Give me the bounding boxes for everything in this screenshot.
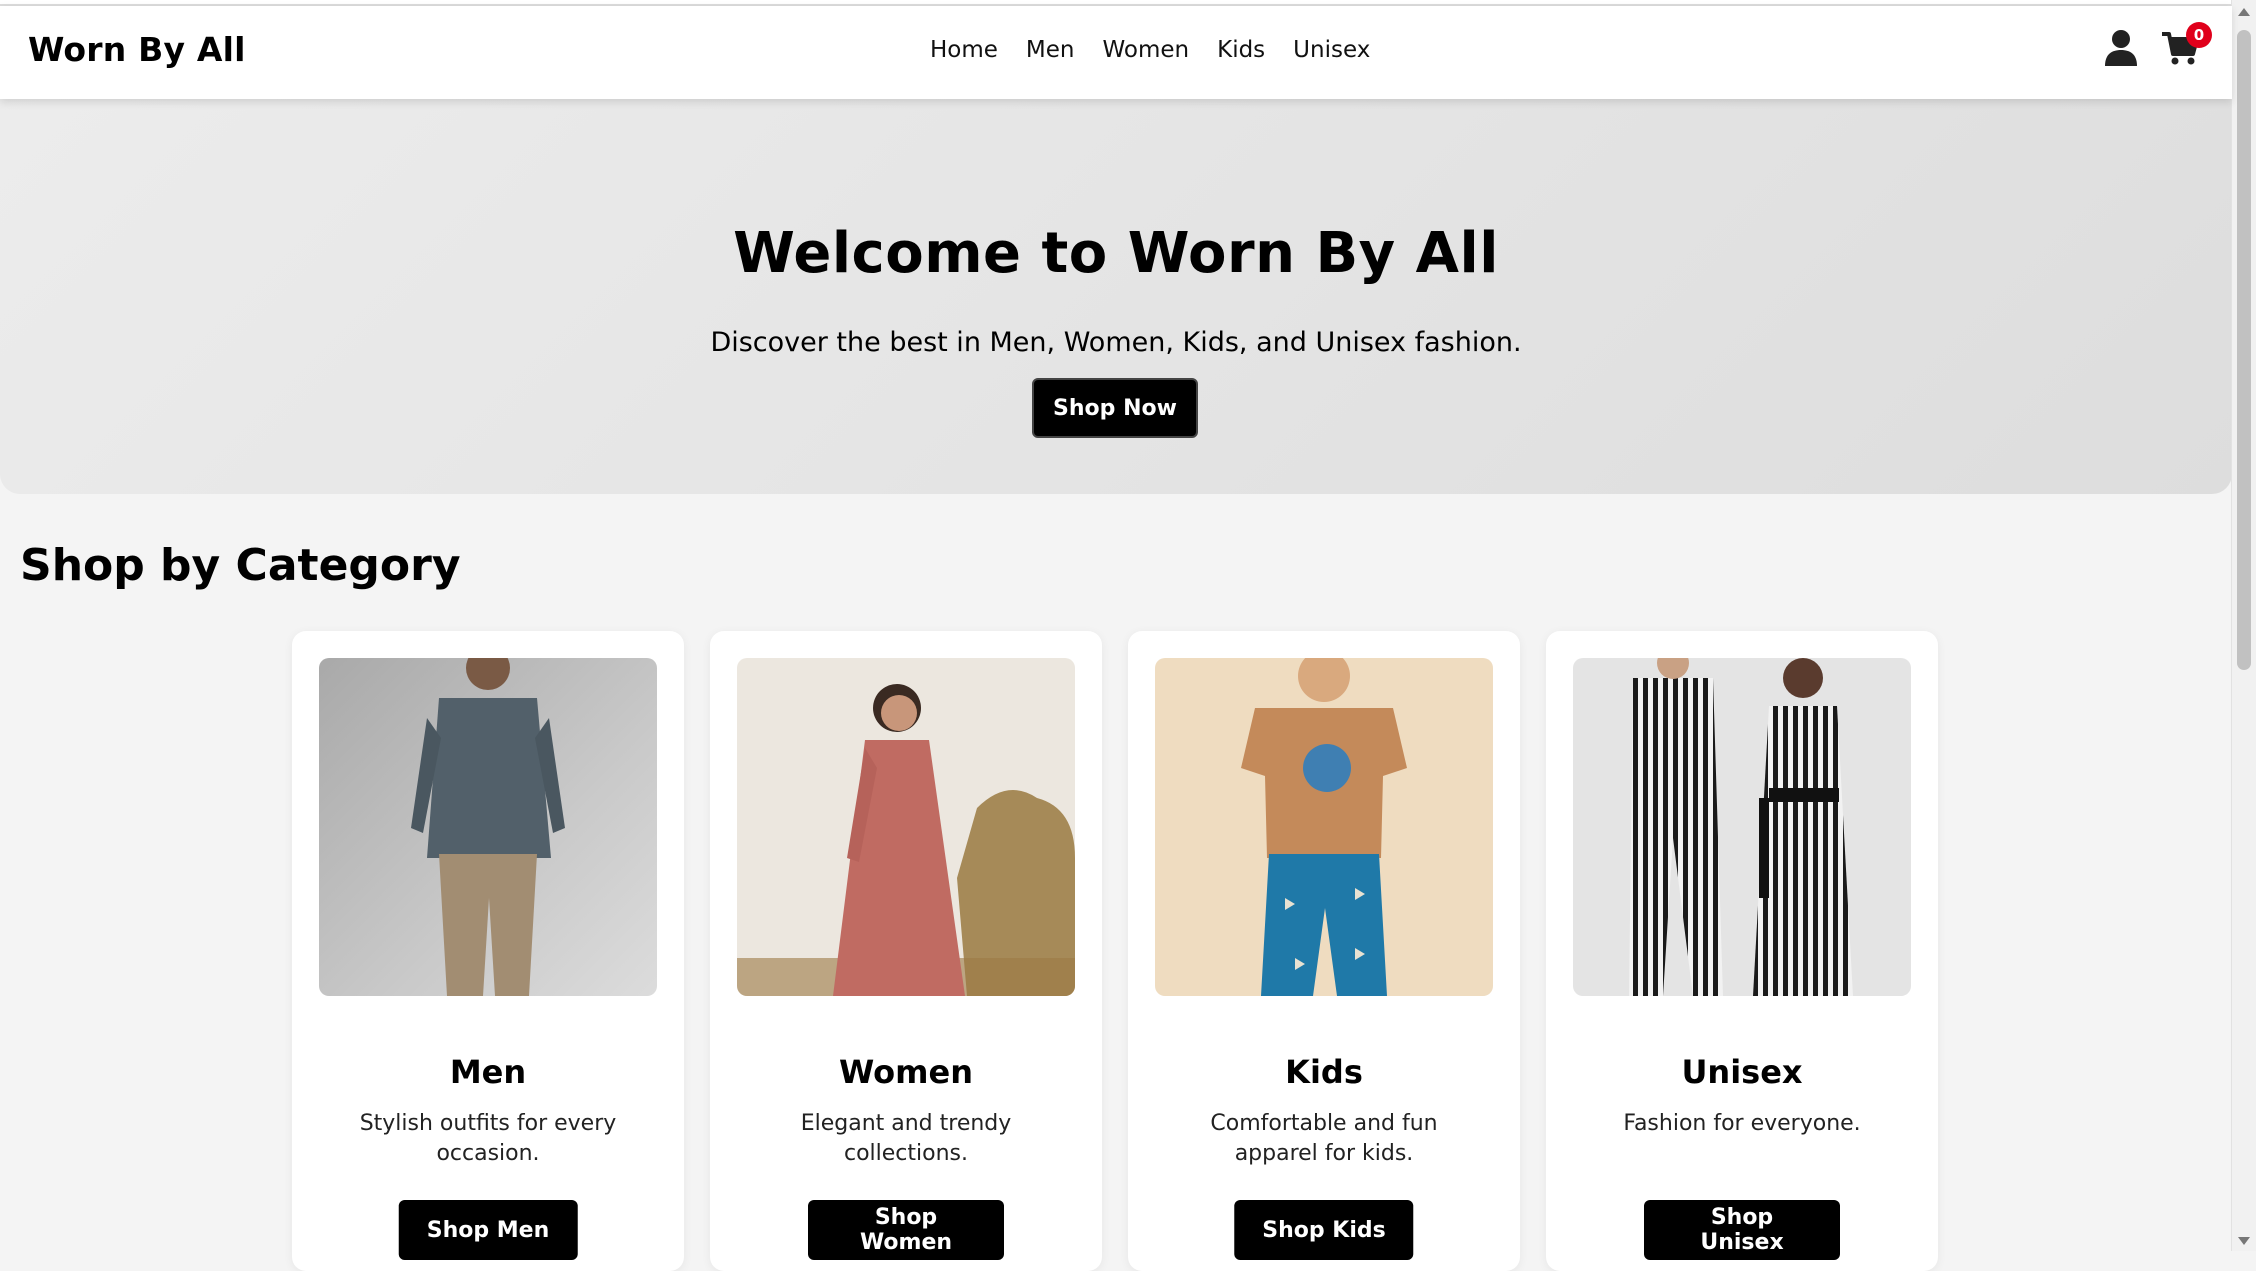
user-icon[interactable] xyxy=(2104,29,2138,71)
scroll-down-arrow-icon[interactable] xyxy=(2238,1237,2250,1245)
category-card-women: Women Elegant and trendy collections. Sh… xyxy=(710,631,1102,1271)
unisex-description: Fashion for everyone. xyxy=(1623,1111,1861,1136)
cart-count-badge: 0 xyxy=(2186,22,2212,48)
shop-men-button[interactable]: Shop Men xyxy=(398,1200,578,1260)
header-actions: 0 xyxy=(2104,22,2212,72)
hero-subtitle: Discover the best in Men, Women, Kids, a… xyxy=(710,327,1522,358)
kids-title: Kids xyxy=(1285,1053,1363,1091)
nav-women[interactable]: Women xyxy=(1103,37,1190,63)
kids-image[interactable] xyxy=(1155,658,1493,996)
women-image[interactable] xyxy=(737,658,1075,996)
kids-description: Comfortable and fun apparel for kids. xyxy=(1210,1111,1438,1166)
page-scrollbar[interactable] xyxy=(2231,0,2256,1251)
shop-kids-button[interactable]: Shop Kids xyxy=(1234,1200,1414,1260)
unisex-image[interactable] xyxy=(1573,658,1911,996)
shop-now-button[interactable]: Shop Now xyxy=(1032,378,1198,438)
category-card-kids: Kids Comfortable and fun apparel for kid… xyxy=(1128,631,1520,1271)
category-card-unisex: Unisex Fashion for everyone. Shop Unisex xyxy=(1546,631,1938,1271)
men-image[interactable] xyxy=(319,658,657,996)
category-heading: Shop by Category xyxy=(20,540,461,591)
brand-logo[interactable]: Worn By All xyxy=(28,30,246,69)
shop-women-button[interactable]: Shop Women xyxy=(808,1200,1004,1260)
shop-unisex-button[interactable]: Shop Unisex xyxy=(1644,1200,1840,1260)
nav-kids[interactable]: Kids xyxy=(1217,37,1265,63)
nav-unisex[interactable]: Unisex xyxy=(1293,37,1370,63)
women-title: Women xyxy=(839,1053,973,1091)
women-description: Elegant and trendy collections. xyxy=(800,1111,1012,1166)
category-grid: Men Stylish outfits for every occasion. … xyxy=(292,631,1938,1271)
cart-button[interactable]: 0 xyxy=(2160,22,2212,72)
men-description: Stylish outfits for every occasion. xyxy=(359,1111,617,1166)
hero-title: Welcome to Worn By All xyxy=(733,221,1499,286)
nav-home[interactable]: Home xyxy=(930,37,998,63)
category-card-men: Men Stylish outfits for every occasion. … xyxy=(292,631,684,1271)
main-nav: Home Men Women Kids Unisex xyxy=(930,37,1398,63)
scroll-thumb[interactable] xyxy=(2237,30,2251,670)
men-title: Men xyxy=(449,1053,527,1091)
navbar: Worn By All Home Men Women Kids Unisex 0 xyxy=(0,6,2232,99)
nav-men[interactable]: Men xyxy=(1026,37,1075,63)
scroll-up-arrow-icon[interactable] xyxy=(2238,8,2250,16)
hero-banner: Welcome to Worn By All Discover the best… xyxy=(0,99,2232,494)
unisex-title: Unisex xyxy=(1681,1053,1803,1091)
